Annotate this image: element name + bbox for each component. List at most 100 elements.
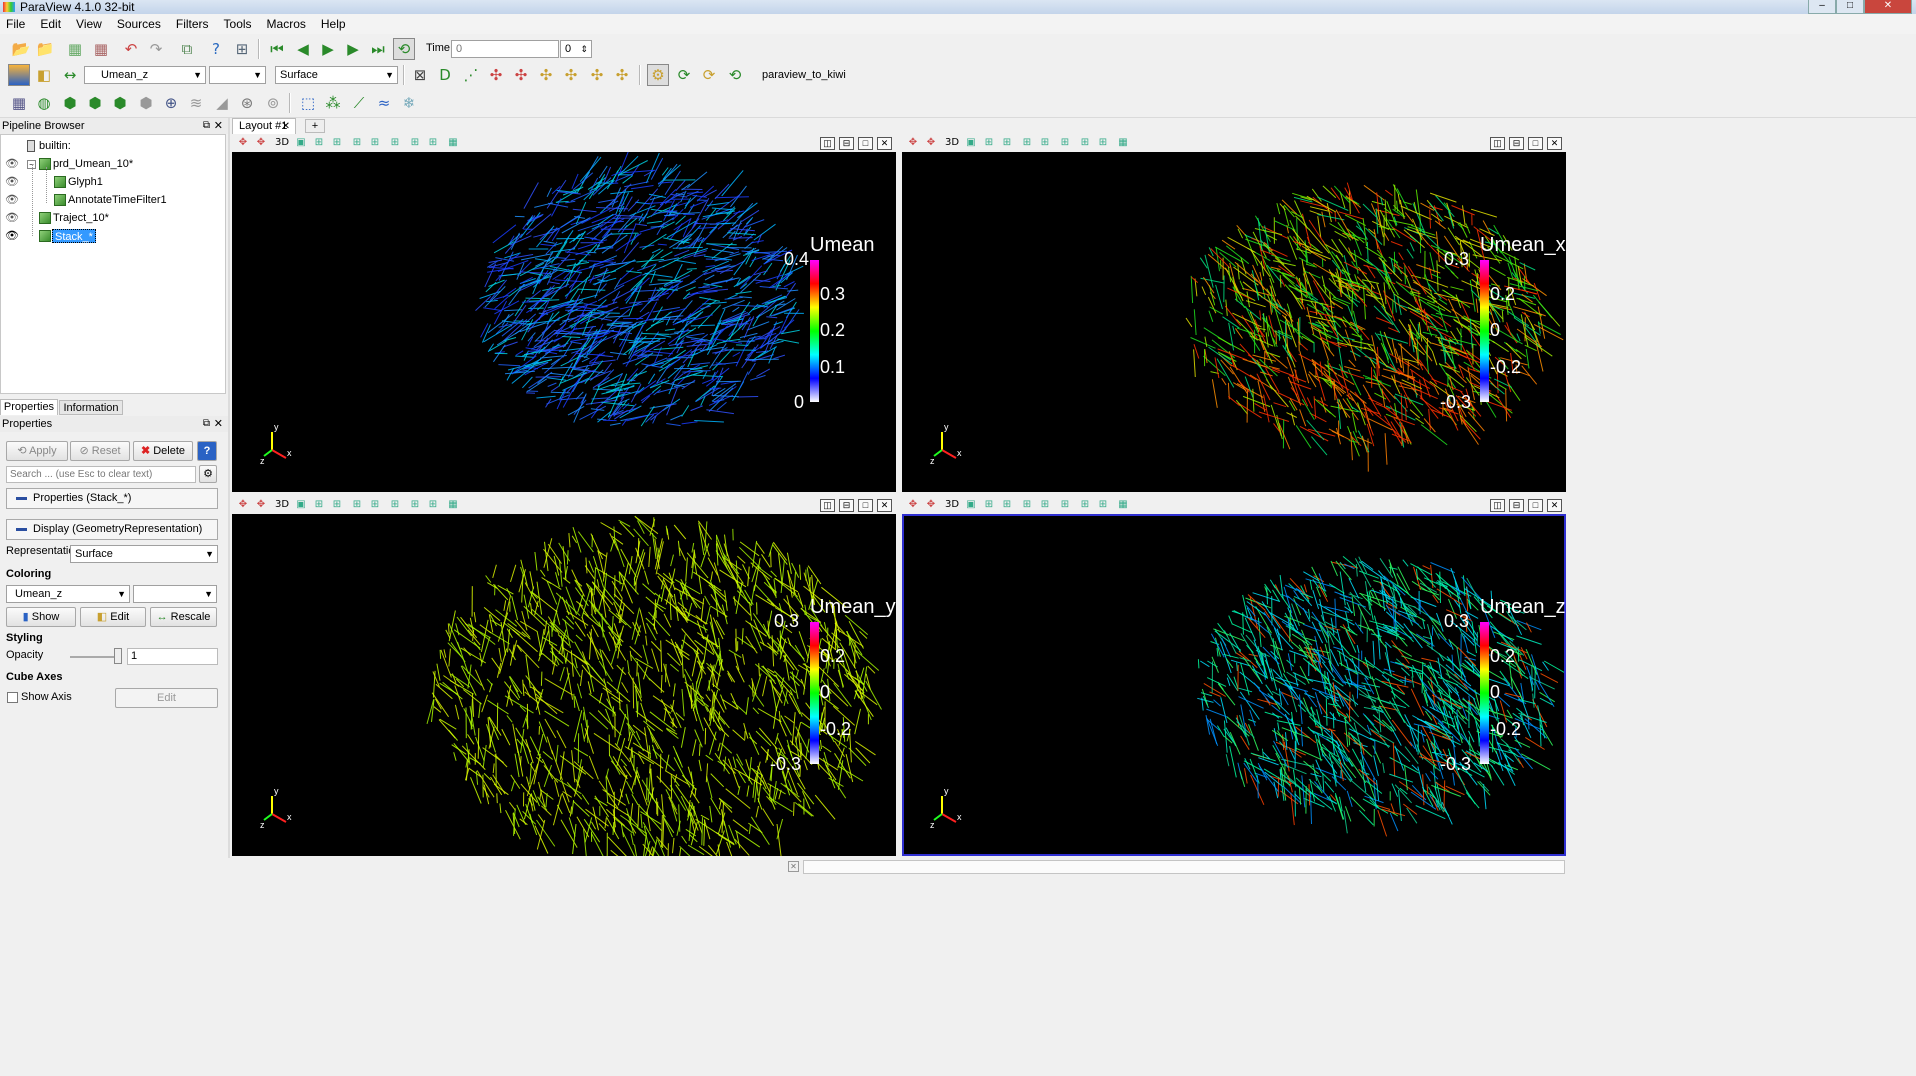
view-plus-y-icon[interactable]: ✣: [535, 64, 557, 86]
rotate-ccw-icon[interactable]: ⟲: [724, 64, 746, 86]
select-surface-points-icon[interactable]: ⊞: [1020, 499, 1034, 512]
previous-frame-icon[interactable]: ◀: [292, 38, 314, 60]
opacity-slider-handle[interactable]: [114, 648, 122, 664]
eye-icon[interactable]: 👁: [5, 191, 19, 209]
select-points-on-icon[interactable]: ⁂: [322, 92, 344, 114]
minimize-button[interactable]: –: [1808, 0, 1836, 14]
select-block-icon[interactable]: ⊞: [1078, 137, 1092, 150]
select-block-icon[interactable]: ⊞: [408, 499, 422, 512]
apply-button[interactable]: ⟲ Apply: [6, 441, 68, 461]
split-horizontal-icon[interactable]: ◫: [1490, 137, 1505, 150]
render-view-umean-x[interactable]: x y z Umean_x 0.3 0.2 0 -0.2 -0.3: [902, 152, 1566, 492]
select-frustum-points-icon[interactable]: ⊞: [388, 499, 402, 512]
rotate-90-icon[interactable]: ⟳: [673, 64, 695, 86]
split-horizontal-icon[interactable]: ◫: [1490, 499, 1505, 512]
toggle-3d-button[interactable]: 3D: [944, 499, 960, 512]
menu-view[interactable]: View: [76, 17, 102, 31]
close-view-icon[interactable]: ✕: [877, 137, 892, 150]
capture-icon[interactable]: ✥: [906, 499, 920, 512]
view-plus-x-icon[interactable]: ✣: [485, 64, 507, 86]
interactive-zoom-icon[interactable]: ⋰: [460, 64, 482, 86]
split-vertical-icon[interactable]: ⊟: [839, 137, 854, 150]
select-cells-on-icon[interactable]: ⬚: [297, 92, 319, 114]
delete-button[interactable]: ✖ Delete: [133, 441, 193, 461]
play-icon[interactable]: ▶: [317, 38, 339, 60]
pick-center-icon[interactable]: ⊞: [231, 38, 253, 60]
edit-colormap-button[interactable]: ◧ Edit: [80, 607, 146, 627]
show-colorbar-button[interactable]: ▮ Show: [6, 607, 76, 627]
component-select[interactable]: ▼: [209, 66, 266, 84]
view-minus-x-icon[interactable]: ✣: [510, 64, 532, 86]
menu-help[interactable]: Help: [321, 17, 346, 31]
help-icon[interactable]: ?: [205, 38, 227, 60]
select-points-through-icon[interactable]: ≈: [373, 92, 395, 114]
split-vertical-icon[interactable]: ⊟: [839, 499, 854, 512]
split-vertical-icon[interactable]: ⊟: [1509, 499, 1524, 512]
zoom-box-icon[interactable]: ⊞: [312, 137, 326, 150]
eye-icon[interactable]: 👁: [5, 227, 19, 245]
close-view-icon[interactable]: ✕: [877, 499, 892, 512]
maximize-view-icon[interactable]: □: [1528, 499, 1543, 512]
time-index-spinbox[interactable]: 0 ⇕: [560, 40, 592, 58]
open-icon[interactable]: 📂: [10, 38, 32, 60]
zoom-box-icon[interactable]: ⊞: [982, 499, 996, 512]
maximize-view-icon[interactable]: □: [1528, 137, 1543, 150]
split-horizontal-icon[interactable]: ◫: [820, 499, 835, 512]
opacity-input[interactable]: 1: [127, 648, 218, 665]
select-block-icon[interactable]: ❄: [398, 92, 420, 114]
representation-combo[interactable]: Surface ▼: [70, 545, 218, 563]
edit-axis-button[interactable]: Edit: [115, 688, 218, 708]
advanced-gear-icon[interactable]: ⚙: [199, 465, 217, 483]
load-state-icon[interactable]: ▦: [90, 38, 112, 60]
properties-search-input[interactable]: Search ... (use Esc to clear text): [6, 466, 196, 483]
zoom-box-icon[interactable]: ⊞: [982, 137, 996, 150]
pipeline-item-stack[interactable]: 👁 Stack_*: [1, 227, 227, 245]
reset-camera-icon[interactable]: ⊠: [409, 64, 431, 86]
close-window-button[interactable]: ✕: [1864, 0, 1912, 14]
select-surface-cells-icon[interactable]: ⊞: [330, 137, 344, 150]
new-layout-tab-button[interactable]: +: [305, 119, 325, 133]
section-display[interactable]: Display (GeometryRepresentation): [6, 519, 218, 540]
extract-level-icon[interactable]: ⊚: [262, 92, 284, 114]
clear-selection-icon[interactable]: ▦: [446, 137, 460, 150]
select-frustum-points-icon[interactable]: ⊞: [388, 137, 402, 150]
capture-icon[interactable]: ✥: [236, 137, 250, 150]
clip-icon[interactable]: ⬢: [59, 92, 81, 114]
camera-undo-icon[interactable]: ✥: [924, 137, 938, 150]
render-view-umean-y[interactable]: x y z Umean_y 0.3 0.2 0 -0.2 -0.3: [232, 514, 896, 856]
close-view-icon[interactable]: ✕: [1547, 499, 1562, 512]
help-button[interactable]: ?: [197, 441, 217, 461]
toggle-3d-button[interactable]: 3D: [274, 137, 290, 150]
toggle-3d-button[interactable]: 3D: [274, 499, 290, 512]
section-properties-stack[interactable]: Properties (Stack_*): [6, 488, 218, 509]
maximize-view-icon[interactable]: □: [858, 499, 873, 512]
camera-undo-icon[interactable]: ✥: [254, 499, 268, 512]
render-view-umean[interactable]: x y z Umean 0.4 0.3 0.2 0.1 0: [232, 152, 896, 492]
pipeline-item-builtin[interactable]: builtin:: [1, 137, 227, 155]
interactive-select-icon[interactable]: ⊞: [1096, 137, 1110, 150]
threshold-icon[interactable]: ⬢: [109, 92, 131, 114]
macro-paraview-to-kiwi[interactable]: paraview_to_kiwi: [762, 69, 846, 81]
float-panel-icon[interactable]: ⧉: [203, 118, 210, 134]
eye-icon[interactable]: 👁: [5, 173, 19, 191]
tab-layout-1[interactable]: Layout #1 ✕: [232, 118, 296, 134]
tab-properties[interactable]: Properties: [0, 399, 58, 415]
select-frustum-cells-icon[interactable]: ⊞: [368, 499, 382, 512]
float-panel-icon[interactable]: ⧉: [203, 416, 210, 432]
last-frame-icon[interactable]: ⏭: [367, 38, 389, 60]
undo-icon[interactable]: ↶: [120, 38, 142, 60]
menu-sources[interactable]: Sources: [117, 17, 161, 31]
select-surface-points-icon[interactable]: ⊞: [350, 499, 364, 512]
split-vertical-icon[interactable]: ⊟: [1509, 137, 1524, 150]
close-panel-icon[interactable]: ✕: [214, 416, 223, 432]
maximize-view-icon[interactable]: □: [858, 137, 873, 150]
time-value-field[interactable]: 0: [451, 40, 559, 58]
eye-icon[interactable]: 👁: [5, 209, 19, 227]
close-panel-icon[interactable]: ✕: [214, 118, 223, 134]
menu-macros[interactable]: Macros: [267, 17, 306, 31]
select-surface-points-icon[interactable]: ⊞: [1020, 137, 1034, 150]
rescale-button[interactable]: ↔ Rescale: [150, 607, 217, 627]
camera-undo-icon[interactable]: ✥: [924, 499, 938, 512]
edit-color-map-icon[interactable]: ◧: [33, 64, 55, 86]
slice-icon[interactable]: ⬢: [84, 92, 106, 114]
